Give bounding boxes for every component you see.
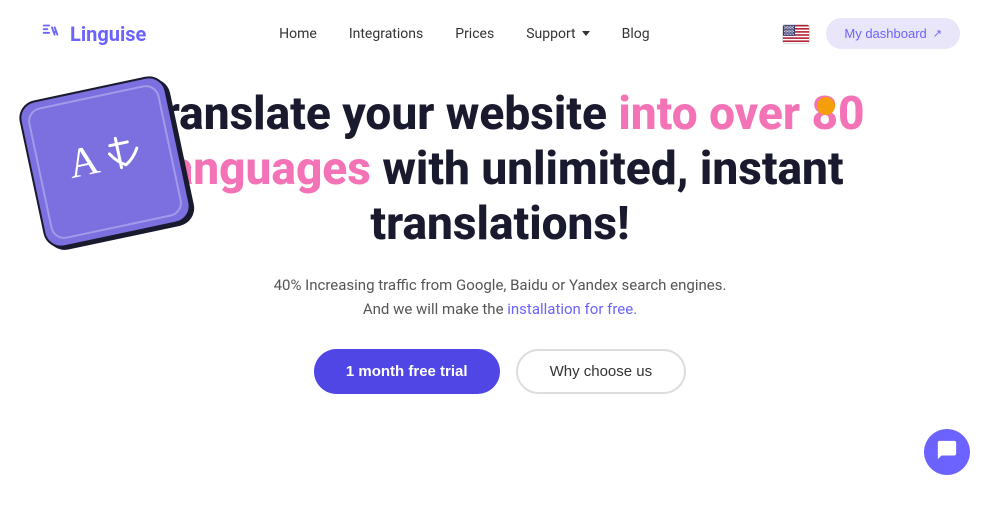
- translate-illustration: A: [30, 87, 200, 257]
- chevron-down-icon: [582, 31, 590, 36]
- logo-icon: [40, 20, 62, 48]
- free-trial-button[interactable]: 1 month free trial: [314, 349, 500, 394]
- installation-link[interactable]: installation for free.: [507, 300, 637, 318]
- navbar: Linguise Home Integrations Prices Suppor…: [0, 0, 1000, 67]
- hero-title: Translate your website into over 80 lang…: [125, 87, 875, 253]
- logo[interactable]: Linguise: [40, 20, 146, 48]
- hero-subtitle: 40% Increasing traffic from Google, Baid…: [274, 273, 727, 321]
- hero-title-part1: Translate your website: [135, 87, 618, 141]
- nav-prices[interactable]: Prices: [455, 26, 494, 42]
- svg-text:A: A: [64, 137, 104, 188]
- translate-card: A: [16, 73, 194, 251]
- nav-support[interactable]: Support: [526, 26, 589, 42]
- hero-section: A Translate your website into over 80 la…: [0, 67, 1000, 394]
- nav-links: Home Integrations Prices Support Blog: [279, 26, 649, 42]
- external-link-icon: ↗: [933, 27, 942, 40]
- chat-icon: [936, 439, 958, 466]
- nav-integrations[interactable]: Integrations: [349, 26, 423, 42]
- hero-buttons: 1 month free trial Why choose us: [314, 349, 686, 394]
- nav-home[interactable]: Home: [279, 26, 317, 42]
- translate-symbol: A: [59, 119, 152, 204]
- language-flag[interactable]: [782, 24, 810, 44]
- chat-widget-button[interactable]: [924, 429, 970, 475]
- logo-text: Linguise: [70, 22, 146, 46]
- dashboard-button[interactable]: My dashboard ↗: [826, 18, 960, 49]
- hero-title-part2: with unlimited, instant translations!: [370, 142, 843, 251]
- why-choose-us-button[interactable]: Why choose us: [516, 349, 687, 394]
- nav-blog[interactable]: Blog: [622, 26, 650, 42]
- orange-dot-decoration: [817, 97, 835, 115]
- nav-right: My dashboard ↗: [782, 18, 960, 49]
